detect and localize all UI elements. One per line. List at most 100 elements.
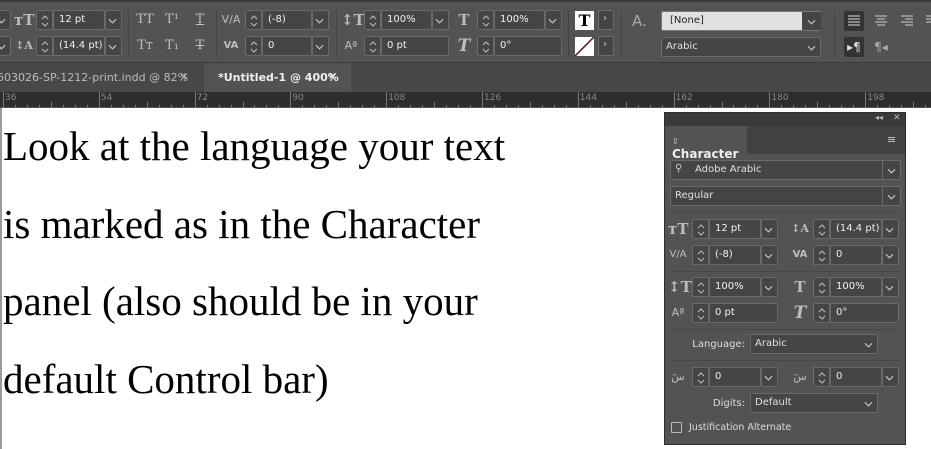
kerning-input[interactable]: (-8) bbox=[709, 245, 761, 265]
small-caps-button[interactable]: Tт bbox=[135, 36, 155, 56]
tracking-dropdown[interactable] bbox=[882, 245, 899, 265]
close-icon[interactable]: ✕ bbox=[180, 63, 188, 92]
tracking-input[interactable]: 0 bbox=[262, 36, 312, 56]
collapse-icon[interactable]: ◂◂ bbox=[875, 113, 883, 122]
horizontal-scale-stepper[interactable] bbox=[477, 10, 494, 30]
left-to-right-paragraph-button[interactable]: ▸¶ bbox=[844, 37, 864, 57]
ruler-label: 108 bbox=[388, 93, 406, 103]
vertical-scale-stepper[interactable] bbox=[364, 10, 381, 30]
ruler-label: 126 bbox=[484, 93, 502, 103]
align-left-button[interactable] bbox=[844, 11, 864, 31]
tab-print-indd[interactable]: 603026-SP-1212-print.indd @ 82% ✕ bbox=[0, 63, 203, 93]
horizontal-scale-dropdown[interactable] bbox=[882, 277, 899, 297]
partial-dropdown-arrow[interactable] bbox=[0, 36, 11, 56]
underline-button[interactable]: T bbox=[190, 10, 210, 30]
diacritic-x-stepper[interactable] bbox=[692, 367, 709, 387]
skew-stepper[interactable] bbox=[477, 36, 494, 56]
ruler-minor-tick bbox=[745, 105, 747, 108]
align-right-button[interactable] bbox=[897, 11, 917, 31]
leading-icon: ↕A bbox=[15, 39, 33, 52]
ruler-label: 72 bbox=[196, 93, 209, 103]
stroke-swatch-none[interactable] bbox=[574, 36, 595, 57]
horizontal-scale-input[interactable]: 100% bbox=[830, 277, 882, 297]
language-dropdown[interactable]: Arabic bbox=[661, 37, 821, 57]
leading-dropdown[interactable] bbox=[882, 219, 899, 239]
partial-dropdown-arrow[interactable] bbox=[0, 10, 11, 30]
kerning-input[interactable]: (-8) bbox=[262, 10, 312, 30]
vertical-scale-dropdown[interactable] bbox=[761, 277, 778, 297]
horizontal-scale-dropdown[interactable] bbox=[545, 10, 562, 30]
digits-dropdown[interactable]: Default bbox=[750, 393, 878, 413]
kerning-stepper[interactable] bbox=[692, 245, 709, 265]
font-style-dropdown[interactable]: Regular bbox=[670, 186, 901, 206]
strikethrough-button[interactable]: T bbox=[190, 36, 210, 56]
kerning-dropdown[interactable] bbox=[761, 245, 778, 265]
kerning-dropdown[interactable] bbox=[312, 10, 329, 30]
tab-character[interactable]: ⇕ Character bbox=[665, 126, 747, 161]
panel-title-bar[interactable]: ◂◂ ✕ bbox=[665, 113, 905, 126]
font-size-input[interactable]: 12 pt bbox=[53, 10, 105, 30]
fill-swatch[interactable]: T bbox=[575, 11, 594, 30]
vertical-scale-input[interactable]: 100% bbox=[709, 277, 761, 297]
character-panel: ◂◂ ✕ ⇕ Character ≡ ⚲ Adobe Arabic Regula… bbox=[664, 112, 906, 445]
right-to-left-paragraph-button[interactable]: ¶◂ bbox=[871, 37, 891, 57]
horizontal-scale-stepper[interactable] bbox=[813, 277, 830, 297]
skew-input[interactable]: 0° bbox=[830, 303, 899, 323]
baseline-shift-input[interactable]: 0 pt bbox=[709, 303, 778, 323]
leading-input[interactable]: (14.4 pt) bbox=[830, 219, 882, 239]
character-style-dropdown[interactable]: [None] bbox=[661, 11, 821, 31]
font-size-stepper[interactable] bbox=[692, 219, 709, 239]
tracking-stepper[interactable] bbox=[813, 245, 830, 265]
skew-input[interactable]: 0° bbox=[494, 36, 562, 56]
diacritic-y-dropdown[interactable] bbox=[882, 367, 899, 387]
justification-alternate-checkbox[interactable] bbox=[671, 422, 682, 433]
skew-stepper[interactable] bbox=[813, 303, 830, 323]
close-icon[interactable]: ✕ bbox=[893, 113, 901, 123]
language-dropdown[interactable]: Arabic bbox=[750, 334, 878, 354]
horizontal-scale-input[interactable]: 100% bbox=[494, 10, 545, 30]
baseline-shift-stepper[interactable] bbox=[692, 303, 709, 323]
font-family-dropdown[interactable]: ⚲ Adobe Arabic bbox=[670, 160, 901, 180]
ruler-minor-tick bbox=[925, 105, 927, 108]
leading-dropdown[interactable] bbox=[105, 36, 122, 56]
kerning-stepper[interactable] bbox=[245, 10, 262, 30]
diacritic-x-input[interactable]: 0 bbox=[709, 367, 761, 387]
vertical-scale-dropdown[interactable] bbox=[432, 10, 449, 30]
ruler-label: 144 bbox=[579, 93, 597, 103]
all-caps-button[interactable]: TT bbox=[135, 10, 155, 30]
vertical-scale-input[interactable]: 100% bbox=[381, 10, 432, 30]
document-text-frame[interactable]: Look at the language your text is marked… bbox=[3, 108, 663, 418]
font-size-dropdown[interactable] bbox=[761, 219, 778, 239]
baseline-shift-stepper[interactable] bbox=[364, 36, 381, 56]
tracking-dropdown[interactable] bbox=[312, 36, 329, 56]
align-center-button[interactable] bbox=[871, 11, 891, 31]
tracking-stepper[interactable] bbox=[245, 36, 262, 56]
vertical-scale-icon: ↕T bbox=[668, 278, 692, 296]
diacritic-x-dropdown[interactable] bbox=[761, 367, 778, 387]
subscript-button[interactable]: T₁ bbox=[162, 36, 182, 56]
ruler-label: 180 bbox=[771, 93, 789, 103]
justification-alternate-label: Justification Alternate bbox=[689, 422, 792, 433]
horizontal-ruler[interactable]: 36 54 72 90 108 126 144 162 180 198 bbox=[0, 92, 931, 108]
superscript-button[interactable]: T¹ bbox=[162, 10, 182, 30]
font-size-stepper[interactable] bbox=[36, 10, 53, 30]
tab-untitled-1[interactable]: *Untitled-1 @ 400% ✕ bbox=[204, 63, 351, 93]
align-justify-button[interactable] bbox=[922, 11, 931, 31]
stroke-swatch-menu-button[interactable]: › bbox=[598, 36, 614, 56]
font-size-input[interactable]: 12 pt bbox=[709, 219, 761, 239]
diacritic-y-stepper[interactable] bbox=[813, 367, 830, 387]
close-icon[interactable]: ✕ bbox=[328, 63, 336, 92]
leading-input[interactable]: (14.4 pt) bbox=[53, 36, 105, 56]
fill-swatch-menu-button[interactable]: › bbox=[598, 10, 614, 30]
baseline-shift-input[interactable]: 0 pt bbox=[381, 36, 449, 56]
baseline-shift-icon: Aª bbox=[671, 306, 685, 319]
font-size-dropdown[interactable] bbox=[105, 10, 122, 30]
ruler-minor-tick bbox=[841, 105, 843, 108]
panel-menu-icon[interactable]: ≡ bbox=[887, 133, 896, 146]
leading-stepper[interactable] bbox=[813, 219, 830, 239]
diacritic-y-input[interactable]: 0 bbox=[830, 367, 882, 387]
leading-stepper[interactable] bbox=[36, 36, 53, 56]
tracking-input[interactable]: 0 bbox=[830, 245, 882, 265]
ruler-minor-tick bbox=[721, 102, 723, 108]
vertical-scale-stepper[interactable] bbox=[692, 277, 709, 297]
